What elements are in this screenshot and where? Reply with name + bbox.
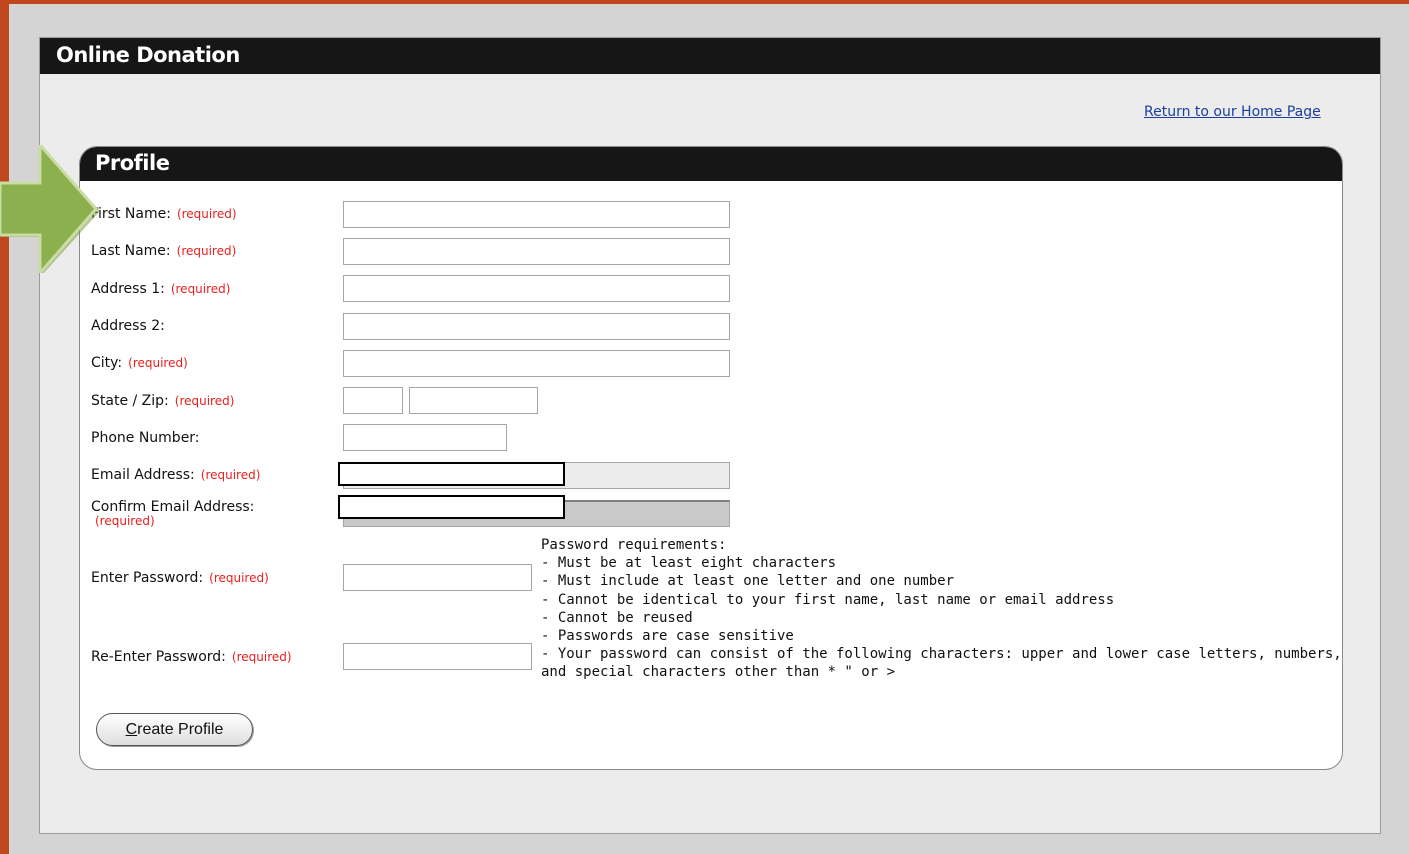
- donation-header: Online Donation: [40, 38, 1380, 74]
- password-req-line: - Must include at least one letter and o…: [541, 573, 955, 590]
- create-button-accel: C: [125, 720, 138, 738]
- required-marker: (required): [95, 514, 155, 528]
- profile-title: Profile: [95, 151, 170, 175]
- city-label-text: City:: [91, 355, 123, 371]
- redaction-box: [338, 495, 565, 519]
- password-input[interactable]: [343, 564, 532, 591]
- password-req-line: - Must be at least eight characters: [541, 555, 837, 572]
- address2-input[interactable]: [343, 313, 730, 340]
- first-name-label: First Name: (required): [91, 206, 237, 222]
- last-name-label: Last Name: (required): [91, 243, 236, 259]
- confirm-email-label: Confirm Email Address: (required): [91, 499, 254, 528]
- arrow-right-icon: [0, 145, 100, 273]
- password-req-line: and special characters other than * " or…: [541, 664, 896, 681]
- password-req-line: - Passwords are case sensitive: [541, 628, 794, 645]
- donation-panel: Online Donation Return to our Home Page …: [39, 37, 1381, 834]
- address1-label: Address 1: (required): [91, 281, 230, 297]
- phone-label: Phone Number:: [91, 430, 200, 446]
- email-label-text: Email Address:: [91, 467, 195, 483]
- state-zip-label-text: State / Zip:: [91, 393, 169, 409]
- required-marker: (required): [231, 650, 292, 664]
- address2-label-text: Address 2:: [91, 318, 165, 334]
- required-marker: (required): [128, 356, 188, 370]
- reenter-password-label: Re-Enter Password: (required): [91, 649, 292, 665]
- state-zip-label: State / Zip: (required): [91, 393, 234, 409]
- address2-label: Address 2:: [91, 318, 165, 334]
- reenter-password-input[interactable]: [343, 643, 532, 670]
- password-req-line: - Your password can consist of the follo…: [541, 646, 1342, 663]
- last-name-input[interactable]: [343, 238, 730, 265]
- required-marker: (required): [209, 571, 269, 585]
- first-name-label-text: First Name:: [91, 206, 171, 222]
- phone-label-text: Phone Number:: [91, 430, 200, 446]
- password-label-text: Enter Password:: [91, 570, 204, 586]
- zip-input[interactable]: [409, 387, 538, 414]
- redaction-box: [338, 462, 565, 486]
- confirm-email-label-text: Confirm Email Address:: [91, 499, 255, 515]
- profile-header: Profile: [80, 147, 1342, 181]
- last-name-label-text: Last Name:: [91, 243, 171, 259]
- password-req-line: - Cannot be reused: [541, 609, 693, 626]
- state-input[interactable]: [343, 387, 403, 414]
- phone-input[interactable]: [343, 424, 507, 451]
- required-marker: (required): [176, 244, 237, 258]
- reenter-password-label-text: Re-Enter Password:: [91, 649, 226, 665]
- required-marker: (required): [200, 468, 261, 482]
- profile-card: Profile First Name: (required) Last Name:…: [79, 146, 1343, 770]
- required-marker: (required): [174, 394, 235, 408]
- password-label: Enter Password: (required): [91, 570, 269, 586]
- password-requirements: Password requirements: - Must be at least…: [541, 536, 1342, 682]
- address1-input[interactable]: [343, 275, 730, 302]
- city-input[interactable]: [343, 350, 730, 377]
- page-title: Online Donation: [56, 43, 240, 67]
- left-accent-border: [0, 0, 9, 854]
- password-req-line: - Cannot be identical to your first name…: [541, 591, 1115, 608]
- required-marker: (required): [176, 207, 237, 221]
- address1-label-text: Address 1:: [91, 281, 165, 297]
- first-name-input[interactable]: [343, 201, 730, 228]
- email-label: Email Address: (required): [91, 467, 260, 483]
- create-button-label: reate Profile: [137, 720, 224, 738]
- home-page-link[interactable]: Return to our Home Page: [1144, 104, 1321, 120]
- city-label: City: (required): [91, 355, 188, 371]
- password-req-line: Password requirements:: [541, 537, 727, 553]
- create-profile-button[interactable]: Create Profile: [96, 713, 253, 746]
- required-marker: (required): [170, 282, 231, 296]
